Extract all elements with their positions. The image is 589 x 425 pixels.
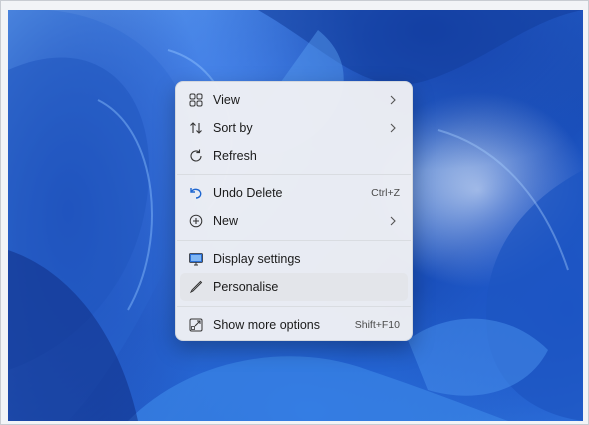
grid-icon: [189, 93, 203, 107]
menu-item-label: Refresh: [213, 149, 257, 163]
menu-item-sort-by[interactable]: Sort by: [180, 114, 408, 142]
menu-item-personalise[interactable]: Personalise: [180, 273, 408, 301]
open-external-icon: [189, 318, 203, 332]
menu-item-label: Show more options: [213, 318, 321, 332]
menu-item-label: Display settings: [213, 252, 301, 266]
shortcut-hint: Ctrl+Z: [371, 187, 400, 199]
desktop-context-menu: View Sort by Refresh Undo Delete Ctrl+Z …: [175, 81, 413, 341]
menu-item-display-settings[interactable]: Display settings: [180, 245, 408, 273]
menu-item-show-more-options[interactable]: Show more options Shift+F10: [180, 311, 408, 339]
menu-item-undo-delete[interactable]: Undo Delete Ctrl+Z: [180, 179, 408, 207]
menu-separator: [177, 306, 411, 307]
brush-icon: [189, 280, 203, 294]
display-icon: [189, 253, 203, 266]
window-frame: View Sort by Refresh Undo Delete Ctrl+Z …: [0, 0, 589, 425]
chevron-right-icon: [390, 216, 396, 226]
menu-item-label: Undo Delete: [213, 186, 283, 200]
refresh-icon: [190, 149, 202, 162]
menu-item-view[interactable]: View: [180, 86, 408, 114]
menu-separator: [177, 174, 411, 175]
menu-item-label: New: [213, 214, 239, 228]
sort-icon: [190, 122, 202, 134]
undo-icon: [190, 188, 202, 199]
menu-item-label: Personalise: [213, 280, 279, 294]
menu-item-label: Sort by: [213, 121, 253, 135]
menu-separator: [177, 240, 411, 241]
chevron-right-icon: [390, 95, 396, 105]
menu-item-label: View: [213, 93, 240, 107]
menu-item-new[interactable]: New: [180, 207, 408, 235]
chevron-right-icon: [390, 123, 396, 133]
shortcut-hint: Shift+F10: [354, 319, 400, 331]
menu-item-refresh[interactable]: Refresh: [180, 142, 408, 170]
plus-circle-icon: [189, 214, 203, 228]
